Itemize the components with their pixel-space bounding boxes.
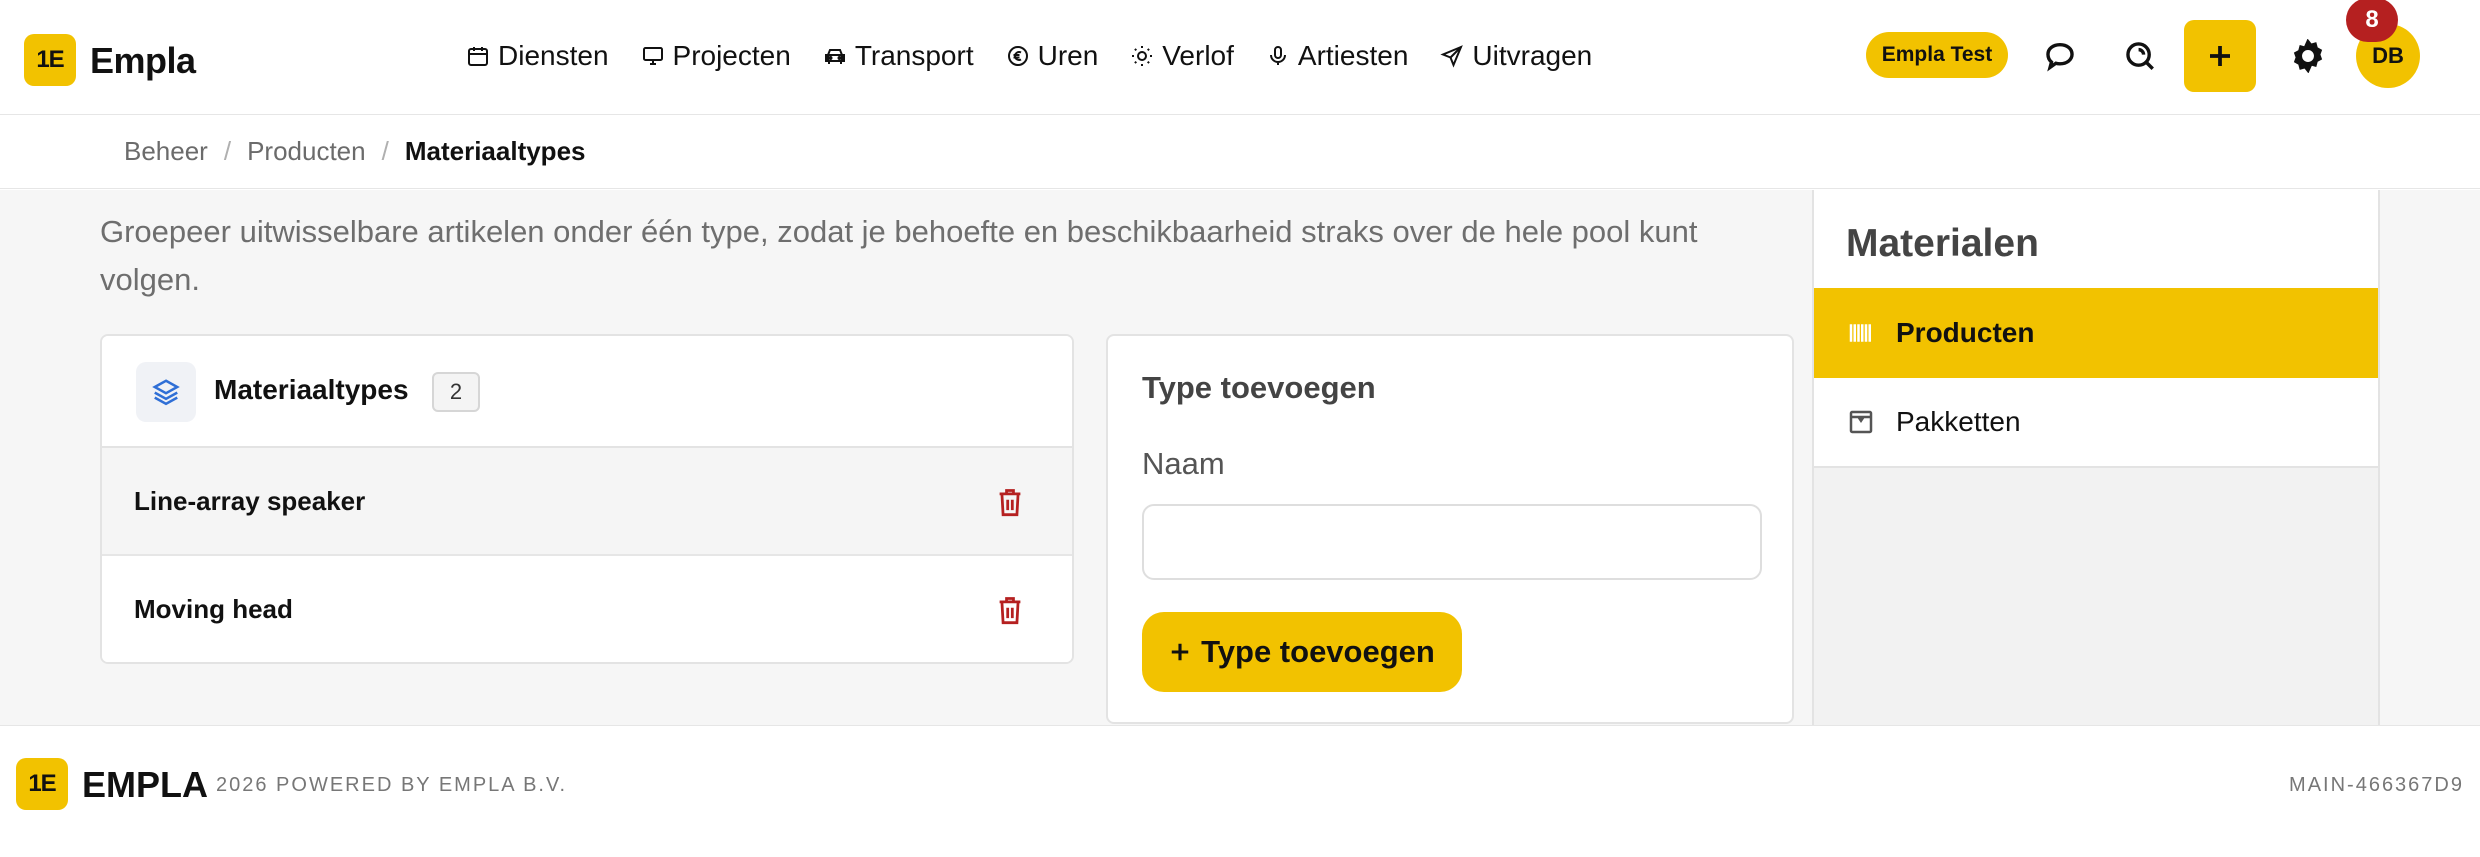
materials-sidebar: Materialen Producten Pakketten xyxy=(1812,190,2380,725)
nav-item-artiesten[interactable]: Artiesten xyxy=(1266,40,1409,72)
sun-icon xyxy=(1132,46,1153,66)
material-types-header: Materiaaltypes 2 xyxy=(102,336,1072,448)
nav-item-uren[interactable]: Uren xyxy=(1006,40,1099,72)
monitor-icon xyxy=(642,47,663,65)
add-type-button[interactable]: Type toevoegen xyxy=(1142,612,1462,692)
nav-label: Uren xyxy=(1037,40,1099,71)
package-icon xyxy=(1849,410,1873,434)
barcode-icon xyxy=(1849,324,1871,342)
breadcrumb-item-producten[interactable]: Producten xyxy=(247,136,366,167)
layers-icon-box xyxy=(136,362,196,422)
add-type-card: Type toevoegen Naam Type toevoegen xyxy=(1106,334,1794,724)
car-icon xyxy=(824,49,845,64)
add-type-title: Type toevoegen xyxy=(1142,370,1376,405)
main-content: Groepeer uitwisselbare artikelen onder é… xyxy=(0,190,2480,725)
breadcrumb-bar: Beheer / Producten / Materiaaltypes xyxy=(0,116,2480,189)
tenant-switcher[interactable]: Empla Test xyxy=(1866,32,2008,78)
quick-add-button[interactable] xyxy=(2184,20,2256,92)
sidebar-item-label: Producten xyxy=(1896,317,2035,348)
chat-button[interactable] xyxy=(2038,34,2082,78)
sidebar-item-producten[interactable]: Producten xyxy=(1814,288,2378,378)
search-button[interactable] xyxy=(2118,34,2162,78)
microphone-icon xyxy=(1269,46,1286,65)
build-version: MAIN-466367D9 xyxy=(2289,774,2464,796)
nav-item-transport[interactable]: Transport xyxy=(823,40,974,72)
sidebar-item-label: Pakketten xyxy=(1896,406,2021,437)
count-badge: 2 xyxy=(432,372,480,412)
nav-item-uitvragen[interactable]: Uitvragen xyxy=(1440,40,1592,72)
footer-logo-mark: 1E xyxy=(16,758,68,810)
breadcrumb-separator: / xyxy=(381,136,389,166)
nav-item-diensten[interactable]: Diensten xyxy=(466,40,609,72)
delete-button[interactable] xyxy=(992,484,1028,520)
footer: 1E EMPLA 2026 POWERED BY EMPLA B.V. MAIN… xyxy=(0,725,2480,857)
sidebar-header: Materialen xyxy=(1814,190,2378,288)
nav-label: Verlof xyxy=(1162,40,1234,71)
nav-label: Transport xyxy=(854,40,974,71)
type-name: Line-array speaker xyxy=(134,486,366,516)
logo-mark[interactable]: 1E xyxy=(24,34,76,86)
search-icon xyxy=(2126,42,2154,70)
gear-icon xyxy=(2293,39,2323,73)
main-nav: Diensten Projecten Transport Uren Verlof… xyxy=(466,34,1624,78)
nav-label: Projecten xyxy=(672,40,791,71)
layers-icon xyxy=(152,379,180,406)
nav-item-verlof[interactable]: Verlof xyxy=(1130,40,1234,72)
page-description: Groepeer uitwisselbare artikelen onder é… xyxy=(100,214,1698,297)
list-item[interactable]: Moving head xyxy=(102,556,1072,662)
breadcrumb: Beheer / Producten / Materiaaltypes xyxy=(124,136,586,167)
send-icon xyxy=(1440,45,1464,68)
sidebar-title: Materialen xyxy=(1846,222,2039,265)
name-field-label: Naam xyxy=(1142,446,1225,481)
breadcrumb-item-beheer[interactable]: Beheer xyxy=(124,136,208,167)
top-header: 1E Empla Diensten Projecten Transport Ur… xyxy=(0,0,2480,115)
chat-bubble-icon xyxy=(2046,42,2074,72)
footer-brand: EMPLA xyxy=(82,764,208,805)
material-types-title: Materiaaltypes xyxy=(214,374,409,405)
notification-badge[interactable]: 8 xyxy=(2346,0,2398,42)
add-type-button-label: Type toevoegen xyxy=(1201,634,1435,669)
euro-icon xyxy=(1007,46,1028,66)
app-name[interactable]: Empla xyxy=(90,40,196,82)
nav-item-projecten[interactable]: Projecten xyxy=(641,40,791,72)
list-item[interactable]: Line-array speaker xyxy=(102,448,1072,556)
trash-icon xyxy=(999,597,1021,625)
footer-copyright: 2026 POWERED BY EMPLA B.V. xyxy=(216,774,568,796)
delete-button[interactable] xyxy=(992,592,1028,628)
name-input[interactable] xyxy=(1142,504,1762,580)
nav-label: Diensten xyxy=(498,40,609,71)
breadcrumb-item-current: Materiaaltypes xyxy=(404,136,586,166)
type-name: Moving head xyxy=(134,594,293,624)
nav-label: Uitvragen xyxy=(1472,40,1593,71)
trash-icon xyxy=(999,489,1021,517)
breadcrumb-separator: / xyxy=(223,136,232,166)
nav-label: Artiesten xyxy=(1297,40,1409,71)
plus-icon xyxy=(2210,46,2230,66)
sidebar-item-pakketten[interactable]: Pakketten xyxy=(1814,378,2378,468)
plus-icon xyxy=(1171,643,1189,661)
material-types-card: Materiaaltypes 2 Line-array speaker Movi… xyxy=(100,334,1074,664)
calendar-icon xyxy=(468,47,488,66)
settings-button[interactable] xyxy=(2286,34,2330,78)
